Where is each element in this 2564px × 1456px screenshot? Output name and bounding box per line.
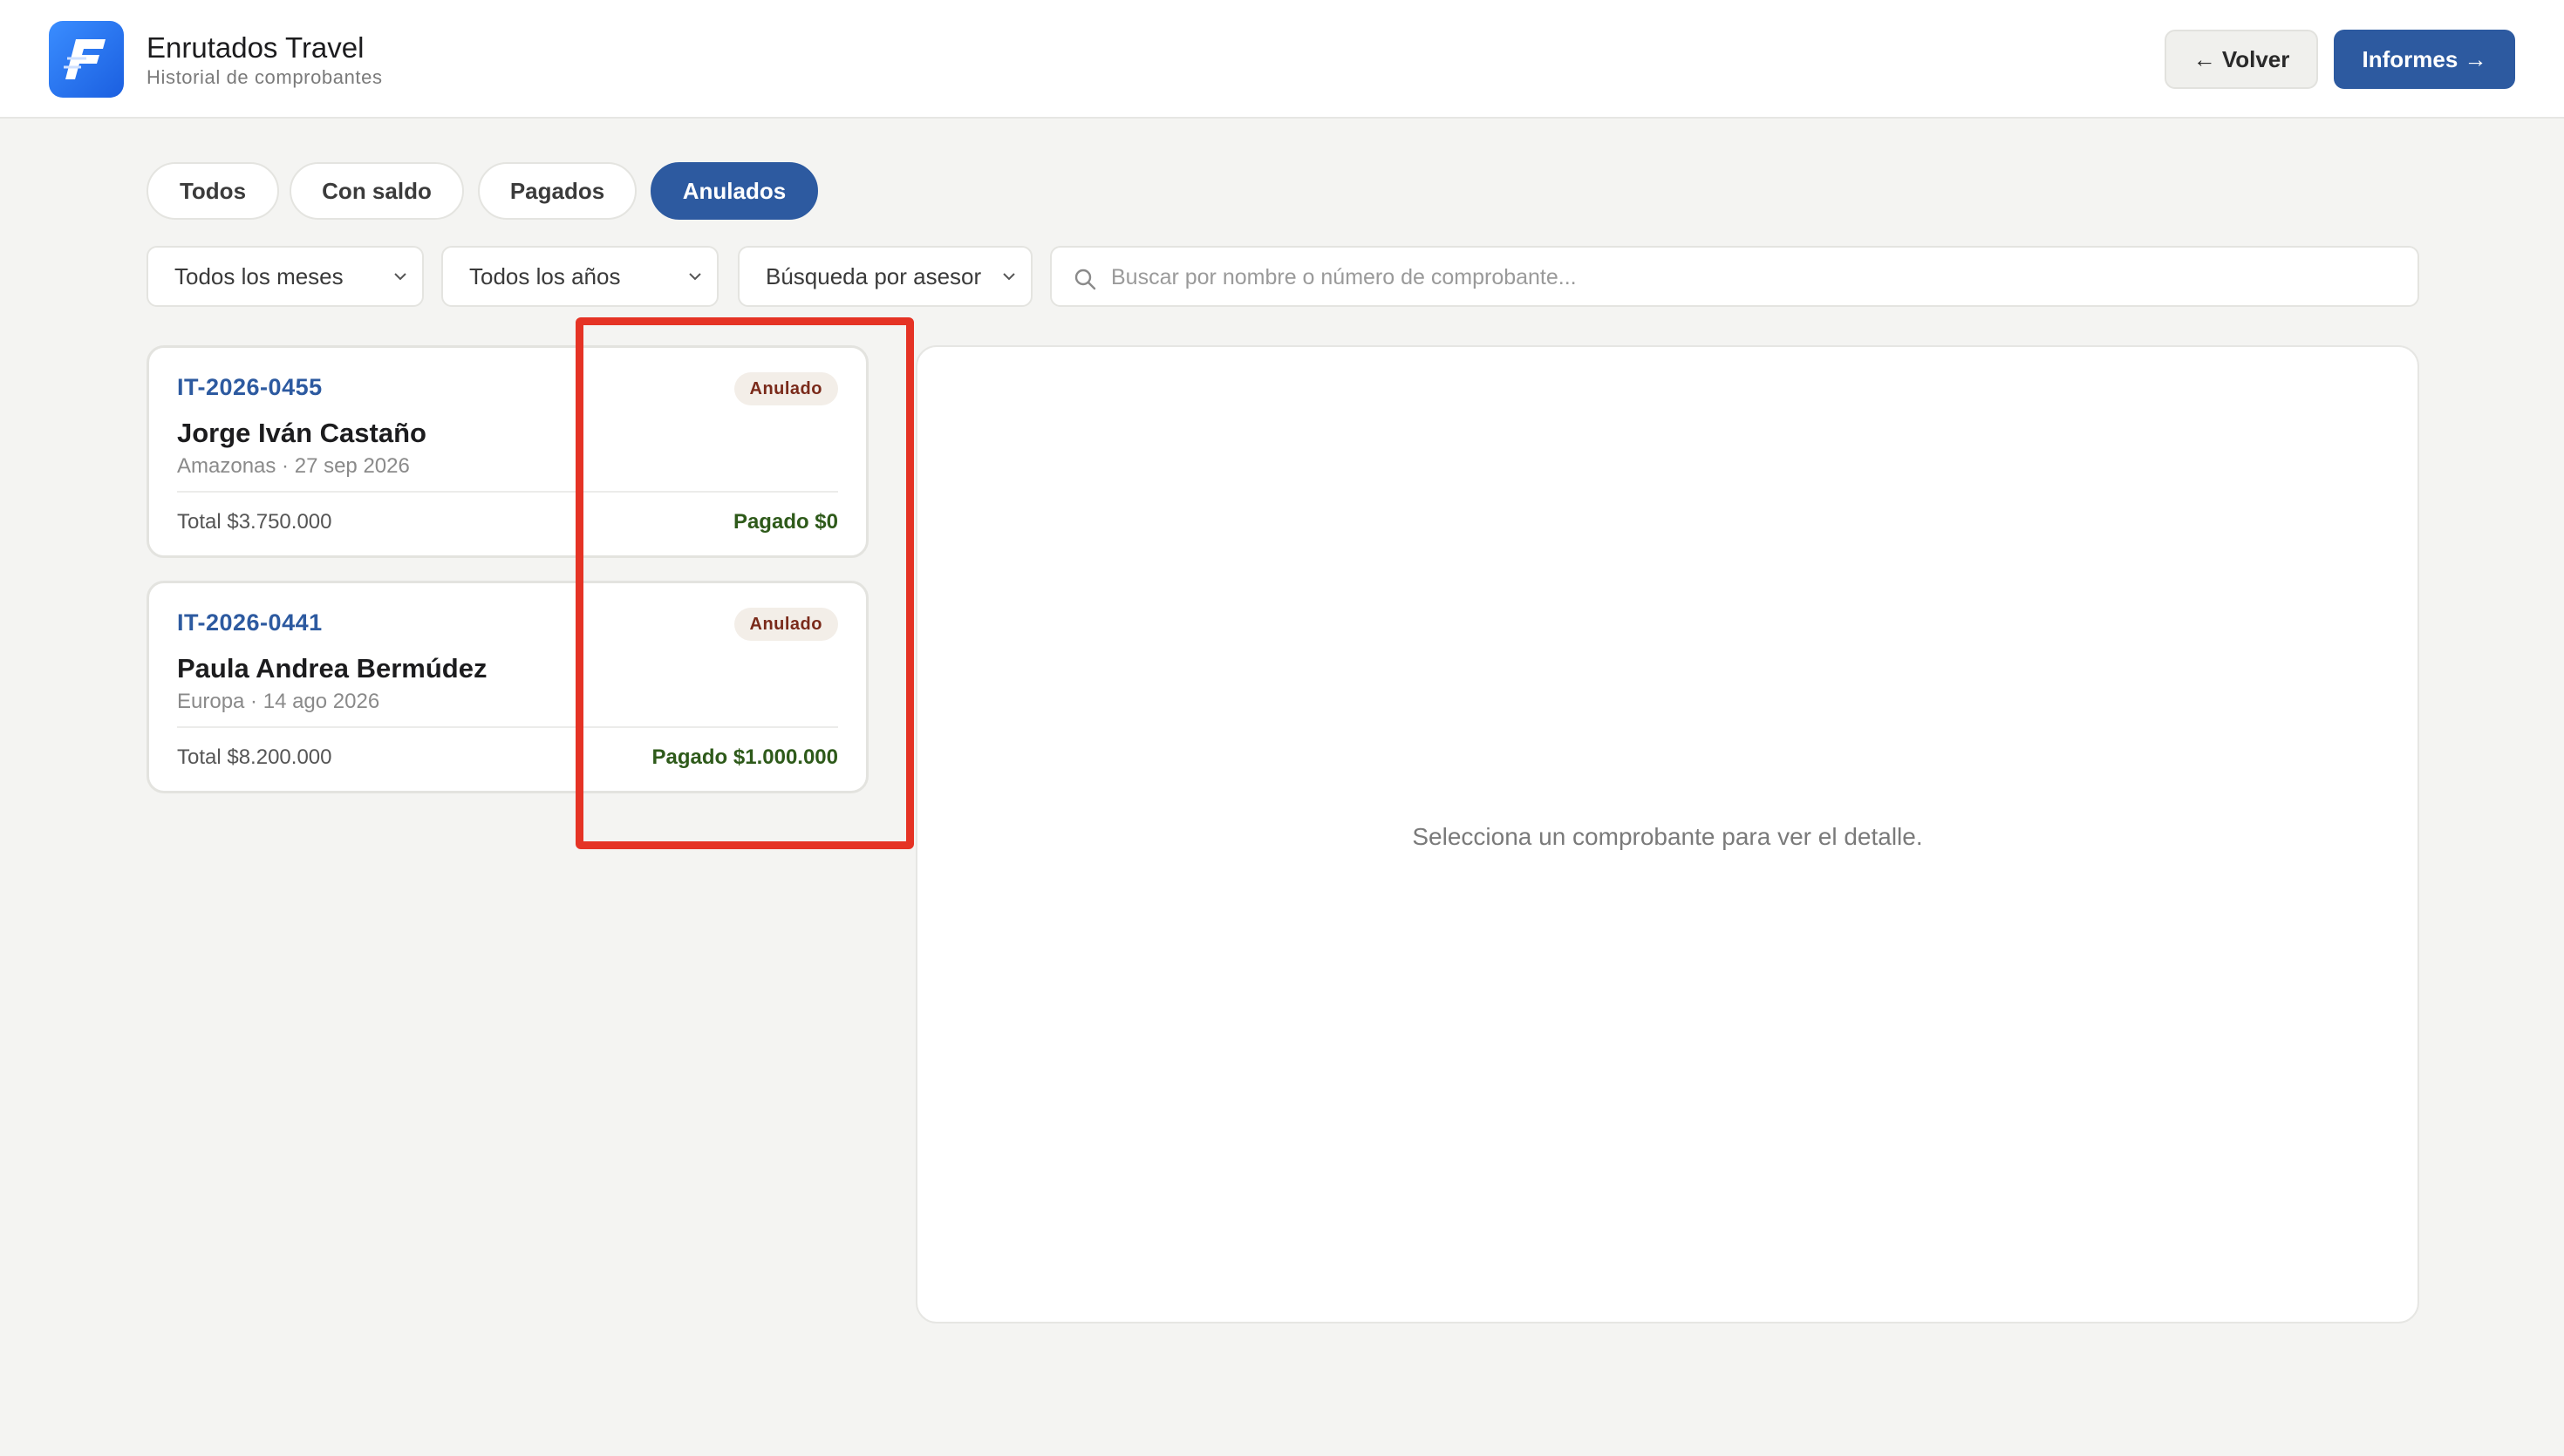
app-logo [49, 21, 124, 98]
app-subtitle: Historial de comprobantes [147, 66, 383, 88]
chevron-down-icon [689, 273, 701, 281]
voucher-code: IT-2026-0441 [177, 609, 323, 636]
voucher-code: IT-2026-0455 [177, 374, 323, 400]
card-divider [177, 726, 838, 728]
advisor-select-value: Búsqueda por asesor [766, 262, 982, 289]
search-box[interactable] [1050, 246, 2419, 307]
tab-con-saldo[interactable]: Con saldo [290, 162, 464, 220]
voucher-total: Total $3.750.000 [177, 510, 332, 534]
voucher-meta: Europa · 14 ago 2026 [177, 690, 380, 713]
voucher-paid: Pagado $0 [733, 510, 838, 534]
year-select[interactable]: Todos los años [441, 246, 719, 307]
advisor-select[interactable]: Búsqueda por asesor [738, 246, 1033, 307]
client-name: Jorge Iván Castaño [177, 418, 426, 448]
search-icon [1074, 269, 1096, 290]
back-button[interactable]: ← Volver [2165, 30, 2318, 89]
voucher-card[interactable]: IT-2026-0455 Anulado Jorge Iván Castaño … [147, 345, 869, 558]
chevron-down-icon [1003, 273, 1015, 281]
logo-f-icon [64, 39, 106, 79]
app-title: Enrutados Travel [147, 31, 365, 64]
tab-anulados[interactable]: Anulados [651, 162, 818, 220]
status-badge: Anulado [733, 608, 838, 641]
status-badge: Anulado [733, 372, 838, 405]
tab-pagados[interactable]: Pagados [478, 162, 637, 220]
app-header: Enrutados Travel Historial de comprobant… [0, 0, 2564, 119]
year-select-value: Todos los años [469, 262, 621, 289]
detail-panel: Selecciona un comprobante para ver el de… [916, 345, 2419, 1323]
tab-todos[interactable]: Todos [147, 162, 279, 220]
month-select-value: Todos los meses [174, 262, 344, 289]
voucher-paid: Pagado $1.000.000 [651, 745, 838, 769]
client-name: Paula Andrea Bermúdez [177, 653, 488, 684]
voucher-meta: Amazonas · 27 sep 2026 [177, 454, 410, 478]
reports-button[interactable]: Informes → [2334, 30, 2515, 89]
chevron-down-icon [394, 273, 406, 281]
card-divider [177, 491, 838, 493]
voucher-total: Total $8.200.000 [177, 745, 332, 769]
detail-empty-message: Selecciona un comprobante para ver el de… [1412, 823, 1923, 850]
search-input[interactable] [1111, 256, 2402, 298]
voucher-card[interactable]: IT-2026-0441 Anulado Paula Andrea Bermúd… [147, 581, 869, 793]
month-select[interactable]: Todos los meses [147, 246, 424, 307]
